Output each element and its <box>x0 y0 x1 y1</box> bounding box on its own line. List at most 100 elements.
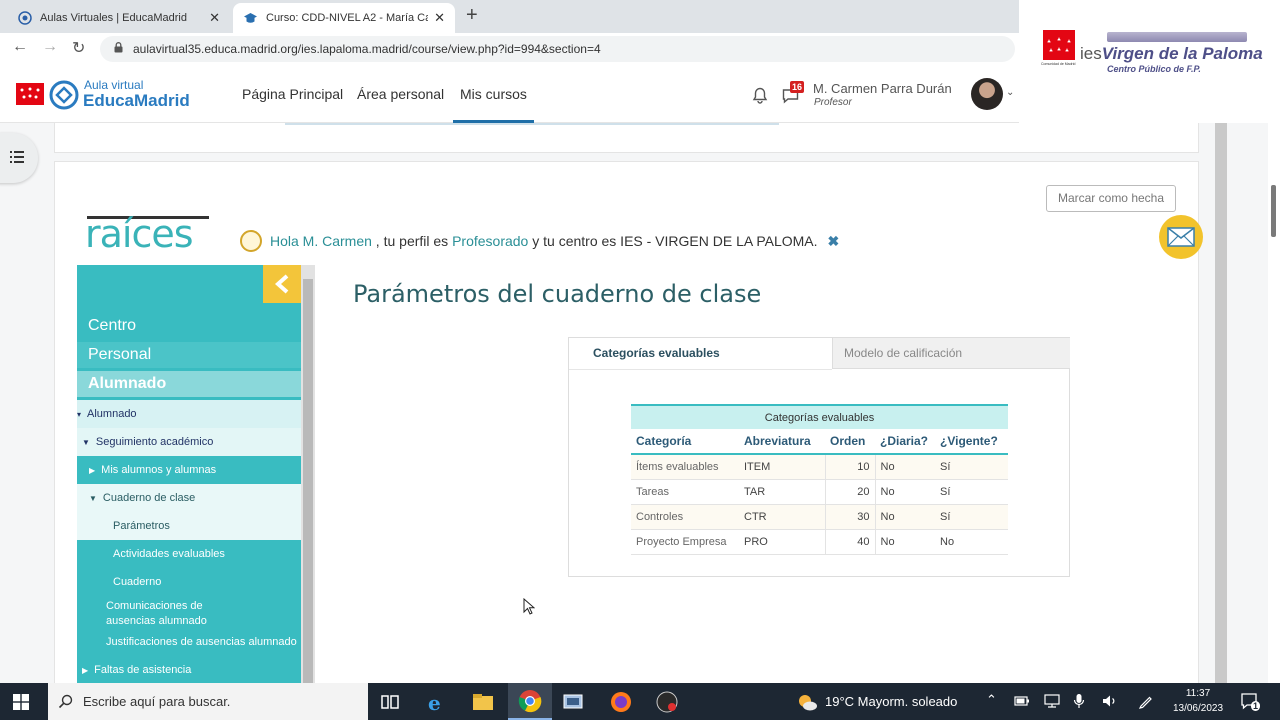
sidebar-item-justificaciones[interactable]: Justificaciones de ausencias alumnado <box>77 628 301 656</box>
browser-tab[interactable]: Aulas Virtuales | EducaMadrid ✕ <box>8 3 230 33</box>
tab-modelo-calificacion[interactable]: Modelo de calificación <box>832 338 1070 369</box>
bell-icon[interactable] <box>752 87 768 104</box>
sidebar-item-label: Cuaderno <box>113 576 162 588</box>
brand-main[interactable]: EducaMadrid <box>83 91 190 111</box>
speaker-icon[interactable] <box>1102 694 1118 708</box>
mark-as-done-button[interactable]: Marcar como hecha <box>1046 185 1176 212</box>
firefox-icon[interactable] <box>609 690 633 714</box>
caret-right-icon: ▶ <box>89 466 96 475</box>
bullet-icon: ▾ <box>77 410 82 419</box>
cell-diaria: No <box>875 529 935 555</box>
raices-logo[interactable]: raíces <box>85 212 194 256</box>
tab-categorias-evaluables[interactable]: Categorías evaluables <box>569 338 832 369</box>
table-row[interactable]: Proyecto Empresa PRO 40 No No <box>631 529 1008 555</box>
divider <box>569 369 832 370</box>
windows-start-icon[interactable] <box>13 694 29 710</box>
sidebar-item-seguimiento[interactable]: ▼ Seguimiento académico <box>77 428 301 456</box>
edge-browser-icon[interactable]: e <box>425 690 449 714</box>
collapse-sidebar-button[interactable] <box>263 265 301 303</box>
tab-title: Aulas Virtuales | EducaMadrid <box>40 12 187 24</box>
educamadrid-logo-icon <box>49 80 79 110</box>
sidebar-scrollbar-thumb[interactable] <box>303 279 313 685</box>
sidebar-item-centro[interactable]: Centro <box>77 313 301 339</box>
chevron-up-icon[interactable]: ⌃ <box>986 692 997 708</box>
mail-badge[interactable] <box>1159 215 1203 259</box>
sidebar-item-actividades[interactable]: Actividades evaluables <box>77 540 301 568</box>
window-scrollbar[interactable] <box>1268 123 1280 683</box>
sidebar-item-label: Mis alumnos y alumnas <box>101 464 217 476</box>
nav-pagina-principal[interactable]: Página Principal <box>242 86 343 102</box>
screen-capture-icon[interactable] <box>561 690 585 714</box>
sidebar-item-alumnado[interactable]: Alumnado <box>77 371 301 397</box>
caret-down-icon: ▼ <box>82 438 90 447</box>
parameters-panel: Categorías evaluables Modelo de califica… <box>568 337 1070 577</box>
table-row[interactable]: Ítems evaluables ITEM 10 No Sí <box>631 454 1008 480</box>
task-view-icon[interactable] <box>378 690 402 714</box>
close-tab-icon[interactable]: ✕ <box>434 10 445 26</box>
sidebar-item-label: Justificaciones de ausencias alumnado <box>106 636 297 648</box>
battery-icon[interactable] <box>1014 695 1030 707</box>
sidebar-item-comunicaciones[interactable]: Comunicaciones de ausencias alumnado <box>77 596 301 630</box>
table-row[interactable]: Controles CTR 30 No Sí <box>631 504 1008 530</box>
greeting-mid: , tu perfil es <box>371 233 453 249</box>
new-tab-button[interactable]: + <box>466 4 478 27</box>
forward-arrow-icon[interactable]: → <box>42 38 58 56</box>
envelope-icon <box>1167 227 1195 247</box>
cell-orden: 30 <box>824 504 876 530</box>
nav-mis-cursos[interactable]: Mis cursos <box>460 86 527 102</box>
network-icon[interactable] <box>1044 694 1060 708</box>
sidebar-item-parametros[interactable]: Parámetros <box>77 512 301 540</box>
window-scrollbar-thumb[interactable] <box>1271 185 1276 237</box>
sidebar-item-cuaderno[interactable]: Cuaderno <box>77 568 301 596</box>
chevron-left-icon <box>274 274 289 294</box>
list-icon <box>10 151 24 163</box>
user-circle-icon <box>240 230 262 252</box>
sidebar-item-mis-alumnos[interactable]: ▶ Mis alumnos y alumnas <box>77 456 301 484</box>
sidebar-item-label: Faltas de asistencia <box>94 664 192 676</box>
caret-right-icon: ▶ <box>82 666 89 675</box>
avatar[interactable] <box>971 78 1003 110</box>
chrome-taskbar-button[interactable] <box>508 683 552 720</box>
activity-card: Marcar como hecha raíces Hola M. Carmen … <box>54 161 1203 691</box>
cell-vigente: Sí <box>935 479 1008 505</box>
column-header[interactable]: Orden <box>825 429 875 455</box>
sidebar-scrollbar[interactable] <box>301 265 315 685</box>
sidebar-item-label: Alumnado <box>87 408 137 420</box>
school-building-illustration <box>1107 32 1247 42</box>
obs-record-icon[interactable] <box>655 690 679 714</box>
reload-icon[interactable]: ↻ <box>72 38 85 58</box>
cell-orden: 40 <box>824 529 876 555</box>
page-scrollbar[interactable] <box>1215 123 1227 683</box>
cell-categoria: Ítems evaluables <box>631 454 739 480</box>
weather-text[interactable]: 19°C Mayorm. soleado <box>825 694 957 709</box>
table-row[interactable]: Tareas TAR 20 No Sí <box>631 479 1008 505</box>
cell-orden: 10 <box>824 454 876 480</box>
microphone-icon[interactable] <box>1073 693 1085 709</box>
sidebar-item-cuaderno-clase[interactable]: ▼ Cuaderno de clase <box>77 484 301 512</box>
system-clock[interactable]: 11:37 13/06/2023 <box>1170 686 1226 716</box>
cell-diaria: No <box>875 454 935 480</box>
close-x-icon[interactable]: ✖ <box>827 233 839 249</box>
user-name[interactable]: M. Carmen Parra Durán <box>813 81 952 96</box>
cell-abreviatura: ITEM <box>739 454 825 480</box>
sidebar-item-personal[interactable]: Personal <box>77 342 301 368</box>
column-header[interactable]: Categoría <box>631 429 739 455</box>
column-header[interactable]: ¿Vigente? <box>935 429 1008 455</box>
file-explorer-icon[interactable] <box>471 690 495 714</box>
sidebar-item-label: Comunicaciones de ausencias alumnado <box>106 600 207 627</box>
course-index-toggle[interactable] <box>0 133 38 183</box>
column-header[interactable]: ¿Diaria? <box>875 429 935 455</box>
address-bar[interactable]: aulavirtual35.educa.madrid.org/ies.lapal… <box>100 36 1015 62</box>
close-tab-icon[interactable]: ✕ <box>209 10 220 26</box>
cell-vigente: Sí <box>935 504 1008 530</box>
taskbar-search-input[interactable]: Escribe aquí para buscar. <box>48 683 368 720</box>
column-header[interactable]: Abreviatura <box>739 429 825 455</box>
back-arrow-icon[interactable]: ← <box>12 38 28 56</box>
chevron-down-icon[interactable]: ⌄ <box>1006 87 1014 98</box>
sidebar-item-label: Alumnado <box>88 375 167 392</box>
sidebar-item-alumnado-sub[interactable]: ▾ Alumnado <box>77 400 301 428</box>
pen-icon[interactable] <box>1138 693 1154 709</box>
nav-area-personal[interactable]: Área personal <box>357 86 444 102</box>
browser-tab-active[interactable]: Curso: CDD-NIVEL A2 - María Ca ✕ <box>233 3 455 33</box>
sidebar-item-faltas[interactable]: ▶ Faltas de asistencia <box>77 656 301 684</box>
